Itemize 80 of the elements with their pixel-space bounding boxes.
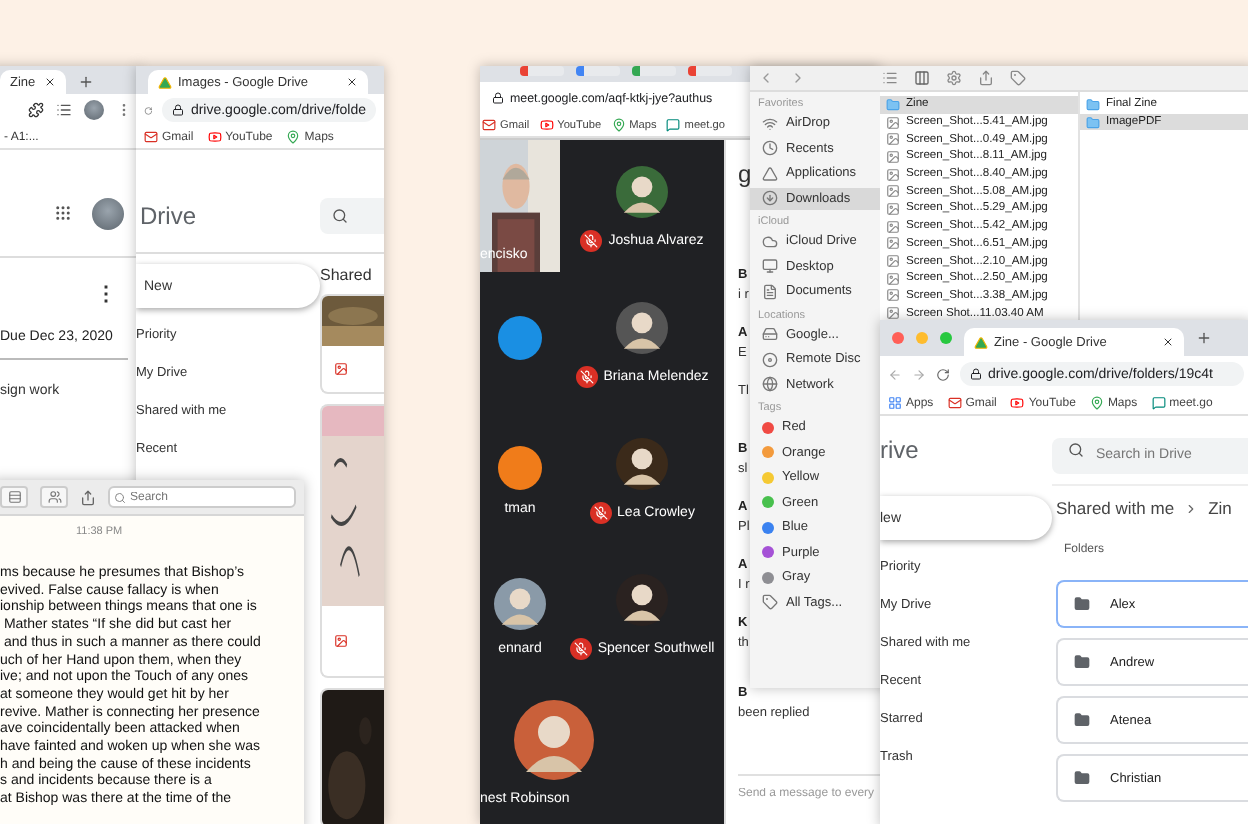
map-pin-icon	[286, 130, 301, 144]
section-heading: Shared	[320, 266, 374, 284]
list-view-icon[interactable]	[882, 70, 898, 86]
close-icon[interactable]	[1162, 336, 1174, 348]
close-icon[interactable]	[346, 76, 358, 88]
puzzle-icon[interactable]	[28, 102, 44, 118]
mail-icon	[482, 118, 496, 132]
cloud-icon	[762, 233, 778, 250]
app-title: Drive	[140, 201, 197, 229]
apps-grid-icon[interactable]	[54, 204, 72, 222]
chat-icon	[666, 118, 681, 132]
file-card[interactable]	[320, 294, 384, 394]
browser-tab[interactable]	[632, 66, 676, 76]
lock-icon	[970, 368, 982, 380]
mail-icon	[947, 396, 962, 410]
airdrop-icon	[762, 115, 778, 132]
people-icon	[47, 490, 61, 504]
image-file-icon	[334, 634, 348, 648]
new-tab-icon[interactable]	[1196, 330, 1212, 346]
browser-tab[interactable]	[576, 66, 620, 76]
grid-icon	[888, 396, 902, 410]
search-icon	[1068, 442, 1084, 458]
globe-icon	[762, 376, 778, 393]
chat-heading: g	[738, 160, 752, 188]
forward-icon[interactable]	[912, 367, 926, 381]
file-card[interactable]	[320, 688, 384, 824]
folder-icon	[886, 97, 900, 112]
drive-logo-icon	[974, 335, 988, 349]
image-file-icon	[886, 306, 900, 321]
clock-icon	[762, 140, 778, 157]
shared-folder-icon	[1074, 596, 1090, 612]
toolbar-button[interactable]	[0, 486, 28, 508]
avatar[interactable]	[84, 100, 104, 120]
desktop-icon	[762, 258, 778, 275]
image-file-icon	[334, 362, 348, 376]
disc-icon	[762, 351, 778, 368]
folder-icon	[1086, 97, 1100, 112]
search-icon	[332, 207, 348, 223]
search-icon	[114, 491, 126, 503]
new-tab-icon[interactable]	[77, 74, 94, 90]
avatar[interactable]	[92, 197, 124, 229]
forward-icon[interactable]	[790, 70, 806, 86]
share-icon[interactable]	[80, 489, 96, 505]
tag-icon	[762, 594, 778, 611]
share-icon[interactable]	[978, 70, 994, 86]
lock-icon	[172, 104, 185, 116]
menu-icon[interactable]: ⋮	[96, 282, 116, 306]
play-icon	[1010, 396, 1025, 410]
back-icon[interactable]	[758, 70, 774, 86]
back-icon[interactable]	[888, 367, 902, 381]
breadcrumb-link[interactable]: Zin	[1208, 498, 1232, 518]
download-icon	[762, 190, 778, 207]
drive-logo-icon	[158, 75, 172, 89]
play-icon	[539, 118, 554, 132]
shared-folder-icon	[1074, 654, 1090, 670]
shared-folder-icon	[1074, 770, 1090, 786]
browser-tab[interactable]	[520, 66, 564, 76]
tag-icon[interactable]	[1010, 70, 1026, 86]
list-icon[interactable]	[56, 102, 72, 118]
map-pin-icon	[611, 118, 626, 132]
browser-tab[interactable]	[688, 66, 732, 76]
app-title: rive	[880, 436, 921, 464]
document-icon	[762, 283, 778, 300]
chevron-icon	[1184, 501, 1199, 515]
map-pin-icon	[1089, 396, 1104, 410]
shared-folder-icon	[1074, 712, 1090, 728]
lock-icon	[492, 92, 504, 104]
search-field[interactable]	[320, 197, 384, 233]
chat-icon	[1151, 396, 1166, 410]
mail-icon	[144, 130, 158, 144]
folder-icon	[1086, 115, 1100, 130]
reload-icon[interactable]	[144, 103, 153, 117]
toolbar-button[interactable]	[40, 486, 68, 508]
settings-icon[interactable]	[946, 70, 962, 86]
column-view-icon[interactable]	[914, 70, 930, 86]
close-icon[interactable]	[43, 76, 56, 88]
breadcrumb-link[interactable]: Shared with me	[1056, 498, 1175, 518]
reload-icon[interactable]	[936, 367, 950, 381]
play-icon	[207, 130, 222, 144]
rows-icon	[7, 490, 21, 504]
